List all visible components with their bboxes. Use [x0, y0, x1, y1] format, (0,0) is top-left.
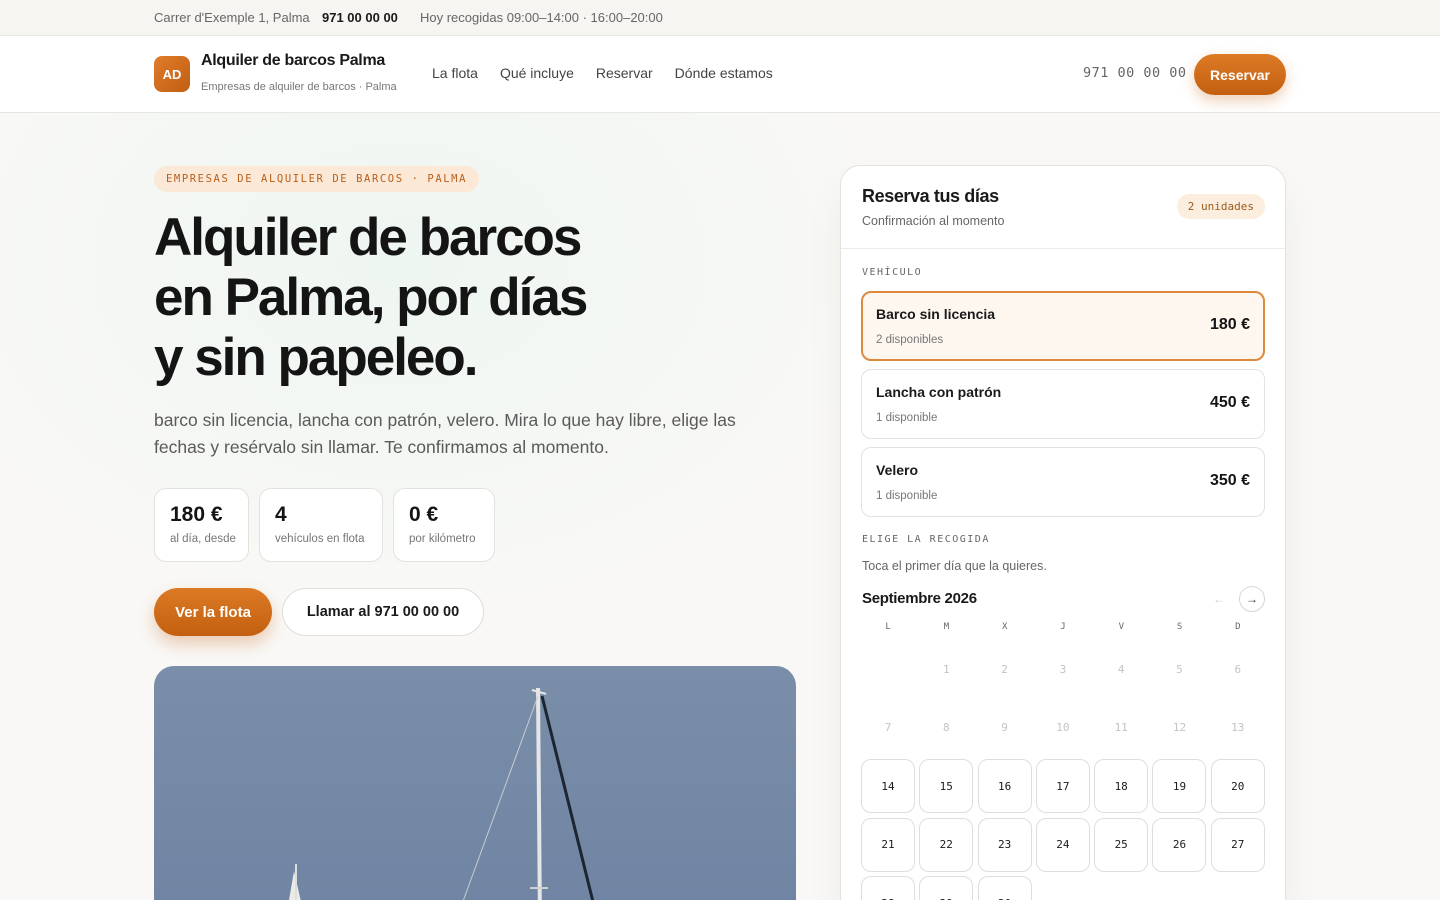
- pickup-hint: Toca el primer día que la quieres.: [862, 559, 1047, 573]
- hero-description: barco sin licencia, lancha con patrón, v…: [154, 410, 736, 457]
- calendar-day: 4: [1117, 662, 1125, 676]
- vehicle-section-label: VEHÍCULO: [862, 267, 923, 278]
- calendar-day[interactable]: 16: [977, 759, 1032, 813]
- stat-card: 180 € al día, desde: [154, 488, 249, 562]
- calendar-day[interactable]: 25: [1094, 817, 1149, 872]
- vehicle-option-barco-sin-licencia[interactable]: Barco sin licencia 2 disponibles 180 €: [861, 291, 1265, 361]
- weekday-label: L: [885, 622, 891, 632]
- call-button[interactable]: Llamar al 971 00 00 00: [282, 588, 484, 636]
- weekday-label: J: [1060, 622, 1066, 632]
- calendar-day: 5: [1176, 662, 1183, 676]
- hero-stats: 180 € al día, desde 4 vehículos en flota…: [154, 488, 495, 562]
- card-divider: [841, 248, 1285, 249]
- calendar-day: 6: [1234, 662, 1242, 676]
- stat-card: 0 € por kilómetro: [393, 488, 495, 562]
- calendar-day[interactable]: 26: [1152, 817, 1207, 872]
- header-phone[interactable]: 971 00 00 00: [1083, 65, 1187, 81]
- calendar-day[interactable]: 20: [1210, 759, 1265, 813]
- hero-title-line: y sin papeleo.: [154, 328, 479, 387]
- topbar-phone[interactable]: 971 00 00 00: [322, 10, 398, 25]
- weekday-label: S: [1176, 622, 1183, 632]
- vehicle-option-lancha-con-patron[interactable]: Lancha con patrón 1 disponible 450 €: [861, 369, 1265, 439]
- vehicle-availability: 1 disponible: [876, 412, 938, 424]
- calendar-day: 9: [1001, 721, 1008, 734]
- vehicle-name: Velero: [876, 462, 919, 478]
- stat-value: 0 €: [409, 503, 439, 526]
- vehicle-availability: 1 disponible: [876, 490, 938, 502]
- sailboat-illustration: [289, 687, 595, 900]
- stat-card: 4 vehículos en flota: [259, 488, 383, 562]
- stat-label: por kilómetro: [409, 533, 476, 545]
- stat-label: vehículos en flota: [275, 533, 365, 545]
- topbar-hours: Hoy recogidas 09:00–14:00 · 16:00–20:00: [420, 10, 663, 25]
- stat-value: 180 €: [170, 503, 223, 526]
- nav-la-flota[interactable]: La flota: [432, 65, 478, 81]
- calendar-day[interactable]: 27: [1210, 817, 1265, 872]
- main-nav: La flota Qué incluye Reservar Dónde esta…: [432, 65, 773, 81]
- calendar-day: 2: [1001, 662, 1008, 676]
- site-header: AD Alquiler de barcos Palma Empresas de …: [0, 36, 1440, 113]
- topbar-address: Carrer d'Exemple 1, Palma: [154, 10, 310, 25]
- vehicle-name: Lancha con patrón: [876, 384, 1002, 400]
- calendar-day: 13: [1231, 721, 1245, 734]
- sailboat-photo: [154, 666, 796, 900]
- calendar-day: 1: [942, 662, 950, 676]
- brand-subtitle: Empresas de alquiler de barcos · Palma: [201, 81, 397, 93]
- nav-donde-estamos[interactable]: Dónde estamos: [675, 65, 773, 81]
- vehicle-price: 450 €: [1209, 394, 1250, 411]
- weekday-label: V: [1118, 622, 1124, 632]
- calendar-day: 8: [942, 721, 950, 734]
- brand-name[interactable]: Alquiler de barcos Palma: [201, 52, 385, 70]
- pickup-section-label: ELIGE LA RECOGIDA: [862, 534, 990, 545]
- nav-que-incluye[interactable]: Qué incluye: [500, 65, 574, 81]
- calendar-empty-cell: [861, 642, 915, 696]
- calendar-day: 7: [884, 721, 892, 734]
- arrow-left-icon[interactable]: ←: [1206, 586, 1232, 612]
- booking-card: Reserva tus días Confirmación al momento…: [840, 165, 1286, 900]
- vehicle-availability: 2 disponibles: [876, 334, 944, 346]
- reservar-button[interactable]: Reservar: [1194, 54, 1286, 95]
- weekday-label: X: [1001, 622, 1008, 632]
- brand-logo[interactable]: AD: [154, 56, 190, 92]
- calendar-weekdays: LMXJVSD: [861, 622, 1265, 632]
- calendar-day[interactable]: 21: [861, 817, 915, 872]
- calendar-day[interactable]: 22: [919, 817, 974, 872]
- hero-title-line: en Palma, por días: [154, 268, 588, 327]
- calendar-day[interactable]: 18: [1094, 759, 1149, 813]
- booking-title: Reserva tus días: [862, 186, 999, 206]
- hero-eyebrow: EMPRESAS DE ALQUILER DE BARCOS · PALMA: [154, 166, 480, 192]
- calendar-day[interactable]: 15: [919, 759, 974, 813]
- booking-subtitle: Confirmación al momento: [862, 214, 1005, 228]
- calendar-month: Septiembre 2026: [862, 590, 977, 607]
- calendar-day[interactable]: 17: [1035, 759, 1090, 813]
- calendar-day[interactable]: 14: [861, 759, 915, 813]
- top-info-bar: Carrer d'Exemple 1, Palma 971 00 00 00 H…: [0, 0, 1440, 36]
- arrow-right-icon[interactable]: →: [1239, 586, 1265, 612]
- calendar-day[interactable]: 19: [1152, 759, 1207, 813]
- stat-value: 4: [275, 503, 287, 526]
- hero-title-line: Alquiler de barcos: [154, 208, 582, 267]
- calendar-days: 1 2 3 4 5 6 7 8 9 10 11 12 13 14 15 16 17 18 19 20 21 22 23 24 2…: [861, 642, 1265, 900]
- ver-la-flota-button[interactable]: Ver la flota: [154, 588, 272, 636]
- vehicle-price: 350 €: [1209, 472, 1250, 489]
- calendar-day[interactable]: 24: [1035, 817, 1090, 872]
- stat-label: al día, desde: [170, 533, 236, 545]
- calendar-day: 12: [1172, 721, 1187, 734]
- vehicle-option-velero[interactable]: Velero 1 disponible 350 €: [861, 447, 1265, 517]
- calendar-day: 10: [1056, 721, 1070, 734]
- vehicle-price: 180 €: [1209, 316, 1250, 333]
- units-badge: 2 unidades: [1176, 194, 1265, 219]
- calendar-day: 11: [1114, 721, 1128, 734]
- calendar-day[interactable]: 28: [861, 876, 915, 900]
- calendar-day[interactable]: 29: [919, 876, 974, 900]
- calendar-day[interactable]: 23: [977, 817, 1032, 872]
- calendar-day: 3: [1059, 662, 1067, 676]
- weekday-label: D: [1235, 622, 1241, 632]
- hero-title: Alquiler de barcos en Palma, por días y …: [154, 208, 774, 388]
- calendar-day[interactable]: 30: [977, 876, 1032, 900]
- nav-reservar[interactable]: Reservar: [596, 65, 653, 81]
- vehicle-name: Barco sin licencia: [876, 306, 996, 322]
- weekday-label: M: [943, 622, 950, 632]
